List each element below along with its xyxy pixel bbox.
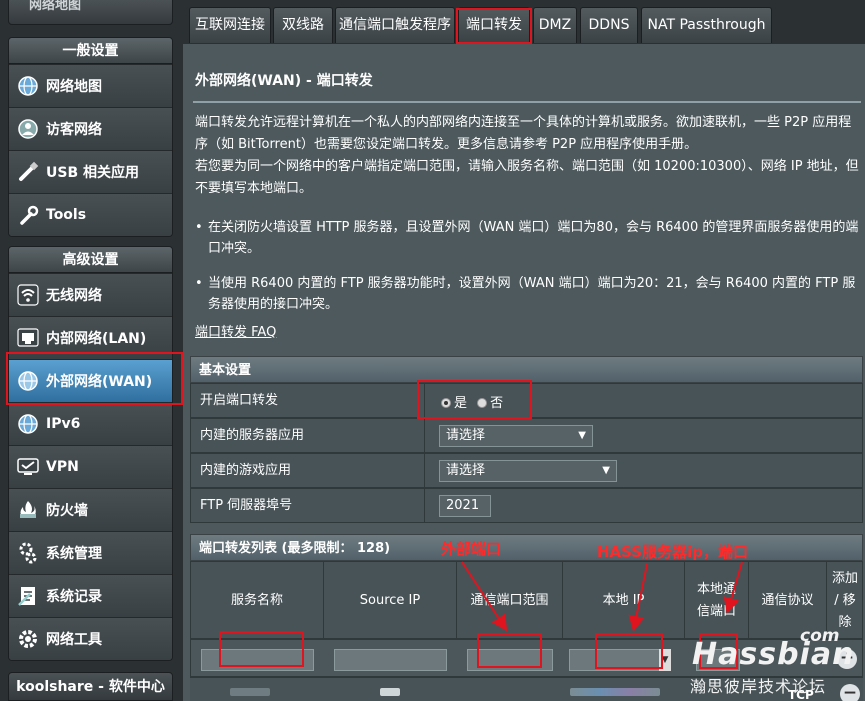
watermark-subtitle: 瀚思彼岸技术论坛 xyxy=(690,677,827,696)
router-admin-page: 网络地图 一般设置 网络地图 访客网络 USB 相关应用 Tools 高级设置 … xyxy=(0,0,865,701)
watermark-brand: Hassbian xyxy=(692,637,855,672)
annotation-arrows xyxy=(461,561,743,632)
